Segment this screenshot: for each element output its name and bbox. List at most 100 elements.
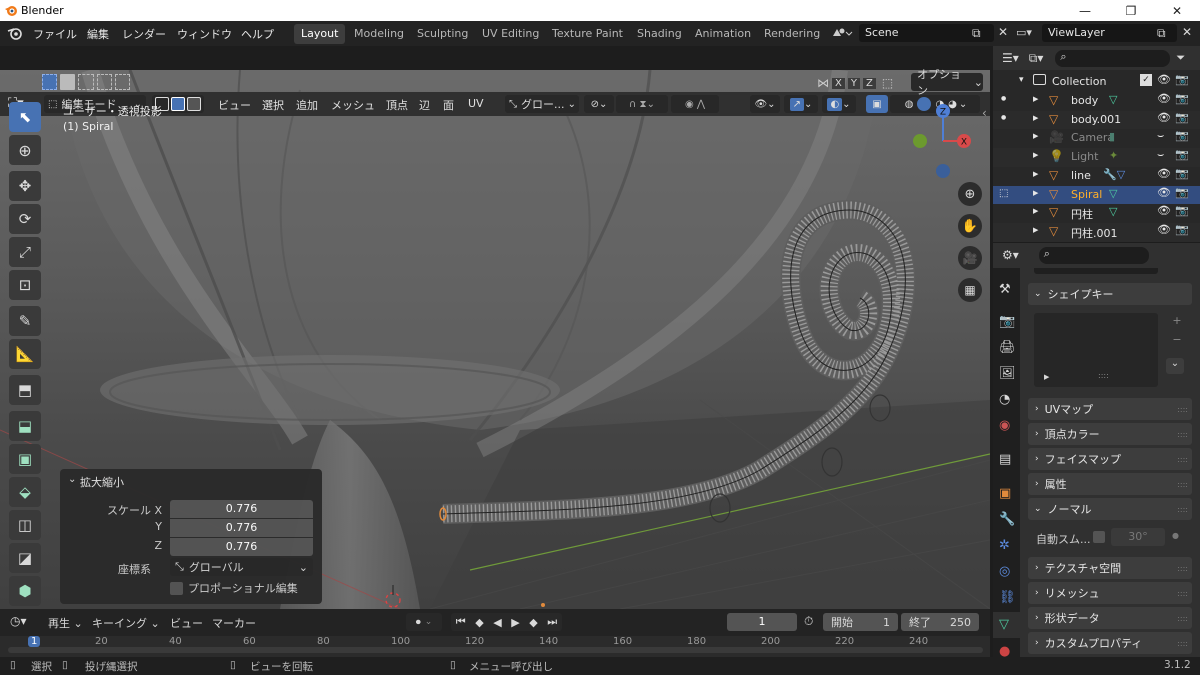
eye-icon[interactable]: 👁 bbox=[1157, 73, 1171, 86]
tool-knife[interactable]: ◪ bbox=[9, 543, 41, 573]
playback-menu[interactable]: 再生 ⌄ bbox=[48, 615, 83, 631]
edit-mode-icon[interactable]: ⬚ bbox=[999, 188, 1008, 199]
prev-keyframe-icon[interactable]: ◆ bbox=[475, 616, 483, 629]
object-data-icon[interactable]: ▽ bbox=[1109, 187, 1117, 200]
menu-file[interactable]: ファイル bbox=[33, 26, 77, 42]
timeline-ruler[interactable]: 1 20 40 60 80 100 120 140 160 180 200 220 240 bbox=[0, 636, 990, 657]
panel-attributes[interactable]: › 属性:::: bbox=[1028, 473, 1192, 495]
exclude-checkbox-icon[interactable]: ✓ bbox=[1140, 74, 1152, 86]
proportional-edit-group[interactable]: ◉ ⋀ bbox=[671, 95, 719, 113]
tab-shading[interactable]: Shading bbox=[630, 24, 689, 44]
shape-key-specials-dropdown[interactable]: ⌄ bbox=[1166, 358, 1184, 374]
view-layer-icon[interactable]: ▭▾ bbox=[1016, 26, 1032, 39]
object-data-icon[interactable]: ▮ bbox=[1109, 130, 1115, 143]
camera-render-icon[interactable]: 📷 bbox=[1175, 111, 1189, 124]
start-frame-field[interactable]: 開始 1 bbox=[823, 613, 898, 631]
jump-start-icon[interactable]: ⏮ bbox=[456, 615, 466, 629]
checkbox-box[interactable] bbox=[170, 581, 183, 595]
outliner-item-row[interactable]: ▶ ▽ line 🔧▽ 👁 📷 bbox=[993, 167, 1200, 186]
remove-view-layer-icon[interactable]: ✕ bbox=[1182, 25, 1192, 39]
new-scene-icon[interactable]: ⧉ bbox=[972, 26, 981, 41]
select-extend-icon[interactable] bbox=[60, 74, 76, 90]
properties-search[interactable]: ⌕ bbox=[1038, 246, 1149, 264]
timeline-view-menu[interactable]: ビュー bbox=[170, 615, 203, 631]
gizmo-toggle[interactable]: ↗ ⌄ bbox=[784, 95, 818, 113]
render-tab-icon[interactable]: 📷 bbox=[999, 314, 1015, 329]
collection-tab-icon[interactable]: ▤ bbox=[999, 452, 1011, 467]
expand-arrow-icon[interactable]: ▶ bbox=[1033, 151, 1038, 159]
play-icon[interactable]: ▶ bbox=[511, 616, 519, 629]
eye-icon[interactable]: 👁 bbox=[1157, 111, 1171, 124]
navigation-gizmo[interactable]: Z X bbox=[906, 100, 978, 190]
menu-uv[interactable]: UV bbox=[468, 97, 484, 110]
add-shape-key-button[interactable]: + bbox=[1170, 314, 1184, 330]
outliner-search[interactable]: ⌕ bbox=[1055, 49, 1171, 67]
remove-scene-icon[interactable]: ✕ bbox=[998, 25, 1008, 39]
orientation-dropdown[interactable]: ⤡ グローバル ⌄ bbox=[170, 558, 313, 576]
new-view-layer-icon[interactable]: ⧉ bbox=[1157, 26, 1166, 41]
tool-poly-build[interactable]: ⬢ bbox=[9, 576, 41, 606]
panel-face-maps[interactable]: › フェイスマップ:::: bbox=[1028, 448, 1192, 470]
select-new-icon[interactable] bbox=[42, 74, 58, 90]
collapse-chevron-icon[interactable]: ⌄ bbox=[68, 474, 76, 485]
tool-annotate[interactable]: ✎ bbox=[9, 306, 41, 336]
modifier-wrench-icon[interactable]: 🔧 bbox=[999, 512, 1015, 527]
tool-tab-icon[interactable]: ⚒ bbox=[999, 282, 1011, 297]
camera-render-icon[interactable]: 📷 bbox=[1175, 92, 1189, 105]
outliner-item-row[interactable]: ▶ ▽ 円柱.001 👁 📷 bbox=[993, 222, 1200, 242]
scale-z-field[interactable]: 0.776 bbox=[170, 538, 313, 556]
expand-arrow-icon[interactable]: ▶ bbox=[1033, 207, 1038, 215]
tab-uv-editing[interactable]: UV Editing bbox=[475, 24, 546, 44]
expand-arrow-icon[interactable]: ▶ bbox=[1033, 95, 1038, 103]
select-invert-icon[interactable] bbox=[96, 74, 112, 90]
zoom-icon[interactable]: ⊕ bbox=[958, 182, 982, 206]
properties-editor-icon[interactable]: ⚙▾ bbox=[1002, 248, 1019, 262]
tool-extrude[interactable]: ⬓ bbox=[9, 411, 41, 441]
tab-animation[interactable]: Animation bbox=[688, 24, 758, 44]
next-keyframe-icon[interactable]: ◆ bbox=[529, 616, 537, 629]
menu-view[interactable]: ビュー bbox=[218, 97, 251, 113]
camera-render-icon[interactable]: 📷 bbox=[1175, 148, 1189, 161]
panel-shape-keys[interactable]: ⌄ シェイプキー bbox=[1028, 283, 1192, 305]
data-tab-active[interactable]: ▽ bbox=[993, 612, 1020, 638]
perspective-grid-icon[interactable]: ▦ bbox=[958, 278, 982, 302]
object-tab-icon[interactable]: ▣ bbox=[999, 486, 1011, 501]
particles-tab-icon[interactable]: ✲ bbox=[999, 538, 1010, 553]
camera-view-icon[interactable]: 🎥 bbox=[958, 246, 982, 270]
tool-scale[interactable]: ⤢ bbox=[9, 237, 41, 267]
eye-icon[interactable]: 👁 bbox=[1157, 167, 1171, 180]
object-data-icon[interactable]: ✦ bbox=[1109, 149, 1118, 162]
tool-loop-cut[interactable]: ◫ bbox=[9, 510, 41, 540]
mirror-y-toggle[interactable]: Y bbox=[847, 77, 860, 89]
pan-hand-icon[interactable]: ✋ bbox=[958, 214, 982, 238]
keyframe-dot-icon[interactable]: ● bbox=[1172, 531, 1179, 540]
topology-mirror-icon[interactable]: ⬚ bbox=[882, 76, 893, 90]
snap-group[interactable]: ∩ ⧗⌄ bbox=[616, 95, 668, 113]
panel-texture-space[interactable]: › テクスチャ空間:::: bbox=[1028, 557, 1192, 579]
tool-add-cube[interactable]: ⬒ bbox=[9, 375, 41, 405]
outliner-item-row[interactable]: ▶ 💡 Light ✦ ⌣ 📷 bbox=[993, 148, 1200, 167]
outliner-collection-row[interactable]: ▾ Collection ✓ 👁 📷 bbox=[993, 73, 1200, 92]
tab-texture-paint[interactable]: Texture Paint bbox=[545, 24, 630, 44]
object-data-icon[interactable]: 🔧▽ bbox=[1103, 168, 1125, 181]
eye-closed-icon[interactable]: ⌣ bbox=[1157, 129, 1164, 143]
physics-tab-icon[interactable]: ◎ bbox=[999, 564, 1010, 579]
mirror-x-toggle[interactable]: X bbox=[832, 77, 845, 89]
camera-render-icon[interactable]: 📷 bbox=[1175, 223, 1189, 236]
display-mode-icon[interactable]: ⧉▾ bbox=[1029, 51, 1044, 66]
expand-arrow-icon[interactable]: ▶ bbox=[1033, 132, 1038, 140]
remove-shape-key-button[interactable]: − bbox=[1170, 333, 1184, 349]
eye-closed-icon[interactable]: ⌣ bbox=[1157, 148, 1164, 162]
scale-y-field[interactable]: 0.776 bbox=[170, 519, 313, 537]
maximize-button[interactable]: ❐ bbox=[1108, 0, 1154, 21]
outliner-item-row[interactable]: ⬚ ▶ ▽ Spiral ▽ 👁 📷 bbox=[993, 185, 1200, 205]
menu-mesh[interactable]: メッシュ bbox=[331, 97, 375, 113]
timeline-editor-icon[interactable]: ◷▾ bbox=[10, 614, 27, 628]
xray-toggle[interactable]: ▣ bbox=[866, 95, 888, 113]
blender-menu-icon[interactable] bbox=[7, 26, 23, 40]
expand-arrow-icon[interactable]: ▶ bbox=[1033, 114, 1038, 122]
tab-modeling[interactable]: Modeling bbox=[347, 24, 411, 44]
scene-icon[interactable] bbox=[831, 26, 853, 40]
current-frame-field[interactable]: 1 bbox=[727, 613, 797, 631]
select-intersect-icon[interactable] bbox=[114, 74, 130, 90]
